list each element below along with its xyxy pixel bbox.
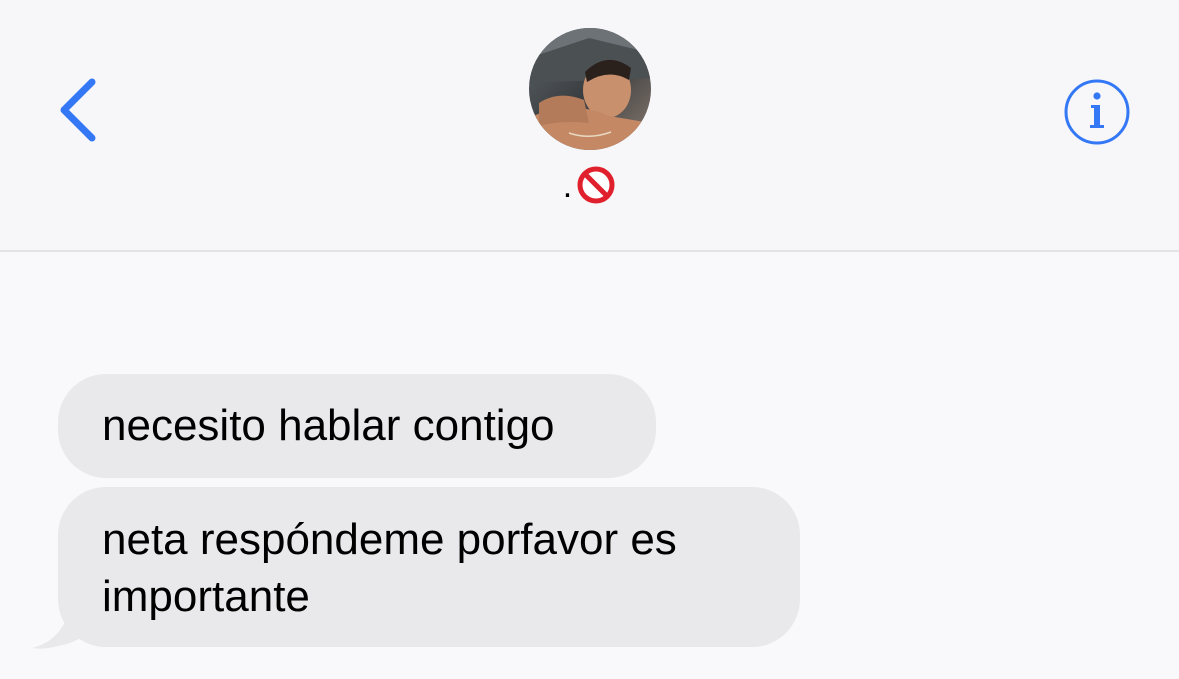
message-bubble-incoming[interactable]: necesito hablar contigo: [58, 374, 656, 478]
chevron-left-icon: [60, 78, 96, 142]
conversation-header: .: [0, 0, 1179, 252]
no-entry-sign-icon: [576, 165, 616, 205]
contact-name-text: .: [562, 167, 573, 205]
message-bubble-incoming[interactable]: neta respóndeme porfavor es importante: [58, 487, 800, 647]
info-circle-icon: [1064, 79, 1130, 145]
messages-screen: . necesito hablar contigo neta respóndem…: [0, 0, 1179, 679]
message-text: neta respóndeme porfavor es importante: [102, 515, 677, 621]
message-text: necesito hablar contigo: [102, 401, 555, 450]
back-button[interactable]: [52, 72, 112, 148]
info-button[interactable]: [1062, 77, 1132, 147]
avatar-photo: [529, 28, 651, 150]
contact-name[interactable]: .: [0, 160, 1179, 212]
contact-avatar[interactable]: [529, 28, 651, 150]
